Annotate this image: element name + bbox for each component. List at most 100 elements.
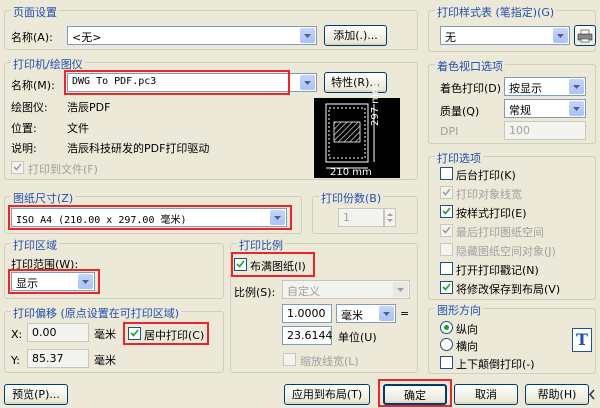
add-page-setup-button[interactable]: 添加(.)... xyxy=(324,25,387,46)
copies-title: 打印份数(B) xyxy=(319,190,384,206)
paper-preview-drawing xyxy=(325,103,375,169)
preview-width-label: 210 mm xyxy=(330,167,372,178)
plot-option-label: 隐藏图纸空间对象(J) xyxy=(456,245,556,258)
orientation-title: 图形方向 xyxy=(435,302,483,318)
shaded-viewport-title: 着色视口选项 xyxy=(435,58,505,74)
printer-edit-icon xyxy=(577,29,593,43)
dpi-value: 100 xyxy=(509,124,530,137)
landscape-label: 横向 xyxy=(456,340,478,353)
chevron-down-icon xyxy=(553,28,568,43)
plot-options-title: 打印选项 xyxy=(435,150,483,166)
plot-option-checkbox[interactable] xyxy=(440,262,453,275)
plot-option-label: 打印对象线宽 xyxy=(456,188,522,201)
paper-preview: 210 mm 297 mm xyxy=(314,84,400,178)
highlight-paper-size xyxy=(8,205,292,230)
orientation-icon-letter: T xyxy=(576,330,588,349)
highlight-print-range xyxy=(8,269,100,294)
plot-option-checkbox[interactable] xyxy=(440,224,453,237)
plot-option-checkbox[interactable] xyxy=(440,281,453,294)
plot-option-checkbox[interactable] xyxy=(440,205,453,218)
scale-unit-label: 单位(U) xyxy=(338,331,377,344)
highlight-center-plot xyxy=(123,322,209,345)
check-icon xyxy=(442,188,451,196)
scale-value2: 23.6144 xyxy=(287,329,333,342)
orientation-preview-icon: T xyxy=(572,328,592,352)
paper-size-title: 图纸尺寸(Z) xyxy=(11,190,76,206)
check-icon xyxy=(442,207,451,215)
preview-height-label: 297 mm xyxy=(370,84,381,126)
check-icon xyxy=(442,226,451,234)
shade-plot-label: 着色打印(D) xyxy=(440,82,502,95)
chevron-down-icon xyxy=(300,75,315,90)
offset-y-value: 85.37 xyxy=(32,352,64,365)
check-icon xyxy=(442,283,451,291)
dpi-label: DPI xyxy=(440,125,459,138)
plot-style-table-value: 无 xyxy=(445,31,456,44)
page-setup-name-select[interactable]: <无> xyxy=(67,26,317,45)
printer-name-label: 名称(M): xyxy=(11,79,55,92)
scale-value2-input[interactable]: 23.6144 xyxy=(282,326,333,345)
offset-y-unit: 毫米 xyxy=(94,354,116,367)
plot-option-checkbox[interactable] xyxy=(440,167,453,180)
offset-x-input[interactable]: 0.00 xyxy=(27,323,89,342)
copies-value: 1 xyxy=(343,211,350,224)
dpi-input[interactable]: 100 xyxy=(504,121,586,140)
scale-value1: 1.0000 xyxy=(287,307,326,320)
check-icon xyxy=(13,163,22,171)
chevron-down-icon xyxy=(300,28,315,43)
plot-offset-title: 打印偏移 (原点设置在可打印区域) xyxy=(11,305,182,321)
print-to-file-checkbox[interactable] xyxy=(11,161,24,174)
offset-y-input[interactable]: 85.37 xyxy=(27,349,89,368)
page-setup-name-label: 名称(A): xyxy=(11,31,53,44)
copies-input[interactable]: 1 xyxy=(338,208,384,227)
chevron-left-icon xyxy=(588,389,595,400)
page-setup-title: 页面设置 xyxy=(11,4,59,20)
upside-down-checkbox[interactable] xyxy=(440,356,453,369)
scale-ratio-select[interactable]: 自定义 xyxy=(282,280,410,299)
expand-collapse-button[interactable] xyxy=(586,384,598,405)
landscape-radio[interactable] xyxy=(440,338,453,351)
scale-lineweight-checkbox[interactable] xyxy=(283,353,296,366)
chevron-down-icon xyxy=(569,101,584,116)
apply-to-layout-button[interactable]: 应用到布局(T) xyxy=(284,384,370,405)
description-label: 说明: xyxy=(11,142,37,155)
offset-x-unit: 毫米 xyxy=(94,328,116,341)
preview-button[interactable]: 预览(P)... xyxy=(4,384,68,405)
offset-x-value: 0.00 xyxy=(32,326,57,339)
help-button[interactable]: 帮助(H) xyxy=(525,384,589,405)
quality-value: 常规 xyxy=(509,104,531,117)
chevron-down-icon xyxy=(569,79,584,94)
highlight-printer-name xyxy=(64,70,290,95)
chevron-down-icon xyxy=(393,282,408,297)
plot-style-table-select[interactable]: 无 xyxy=(440,26,570,45)
quality-select[interactable]: 常规 xyxy=(504,99,586,118)
page-setup-name-value: <无> xyxy=(72,31,102,44)
scale-unit-select[interactable]: 毫米 xyxy=(336,304,396,323)
highlight-fit-to-paper xyxy=(231,252,315,277)
scale-ratio-value: 自定义 xyxy=(287,285,320,298)
plot-option-label: 将修改保存到布局(V) xyxy=(456,283,561,296)
offset-x-label: X: xyxy=(11,328,23,341)
print-area-title: 打印区域 xyxy=(11,237,59,253)
shade-plot-select[interactable]: 按显示 xyxy=(504,77,586,96)
scale-ratio-label: 比例(S): xyxy=(234,286,276,299)
offset-y-label: Y: xyxy=(11,354,20,367)
scale-value1-input[interactable]: 1.0000 xyxy=(282,304,332,323)
cancel-button[interactable]: 取消 xyxy=(454,384,518,405)
plotter-value: 浩辰PDF xyxy=(67,101,111,114)
plot-option-label: 按样式打印(E) xyxy=(456,207,527,220)
plot-option-checkbox[interactable] xyxy=(440,186,453,199)
scale-unit-value: 毫米 xyxy=(341,309,363,322)
copies-spinner[interactable] xyxy=(384,208,396,227)
shade-plot-value: 按显示 xyxy=(509,82,542,95)
plot-option-checkbox[interactable] xyxy=(440,243,453,256)
portrait-radio[interactable] xyxy=(440,321,453,334)
plot-option-label: 最后打印图纸空间 xyxy=(456,226,544,239)
description-value: 浩辰科技研发的PDF打印驱动 xyxy=(67,142,210,155)
plot-scale-title: 打印比例 xyxy=(237,237,285,253)
plotter-label: 绘图仪: xyxy=(11,101,48,114)
scale-lineweight-label: 缩放线宽(L) xyxy=(300,355,359,368)
quality-label: 质量(Q) xyxy=(440,105,480,118)
edit-plot-style-button[interactable] xyxy=(574,25,596,46)
plot-style-table-title: 打印样式表 (笔指定)(G) xyxy=(435,4,557,20)
